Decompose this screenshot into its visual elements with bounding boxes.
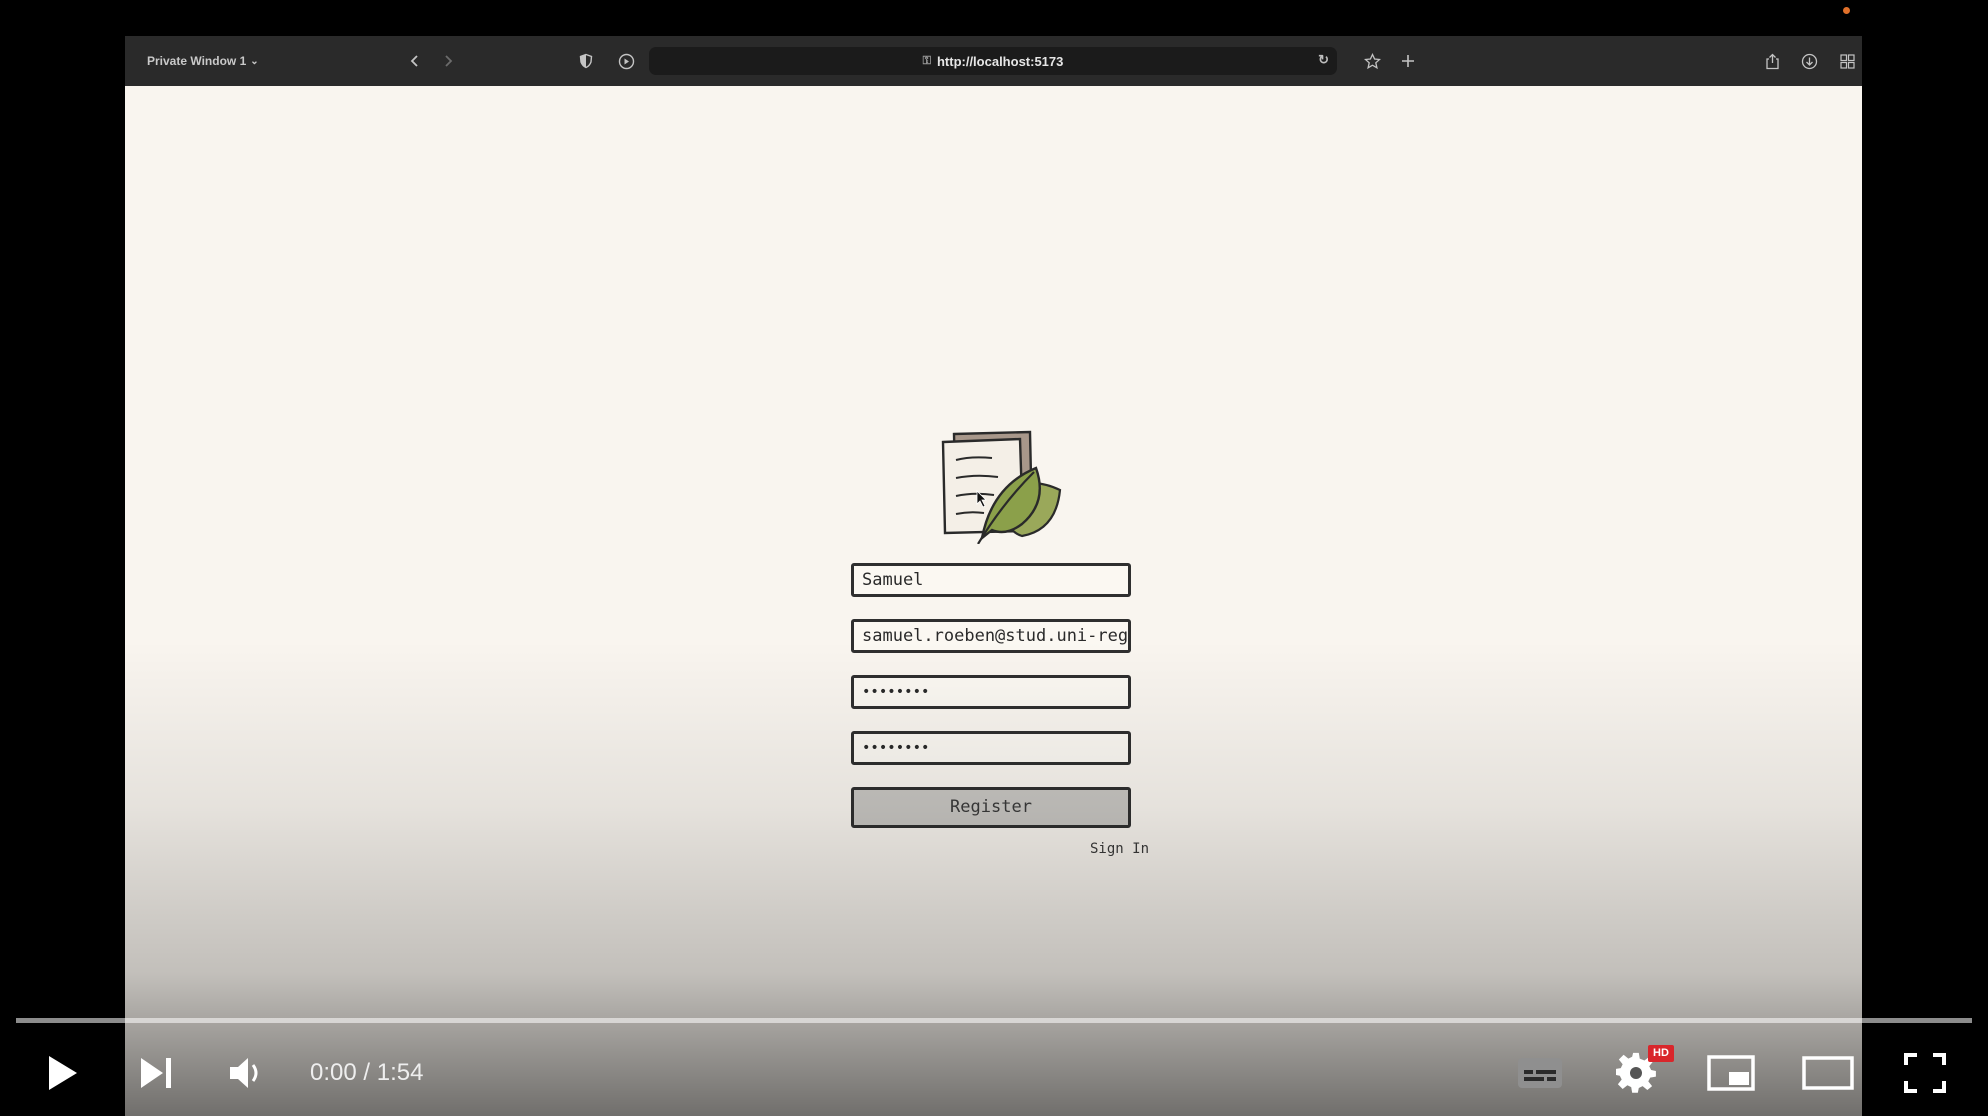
forward-icon[interactable] xyxy=(436,36,460,86)
email-input[interactable]: samuel.roeben@stud.uni-reger xyxy=(851,619,1131,653)
next-icon[interactable] xyxy=(134,1030,178,1116)
hd-badge: HD xyxy=(1648,1045,1674,1062)
chevron-down-icon: ⌄ xyxy=(250,55,259,67)
tracking-icon[interactable] xyxy=(614,36,638,86)
back-icon[interactable] xyxy=(403,36,427,86)
theater-icon[interactable] xyxy=(1801,1030,1855,1116)
volume-icon[interactable] xyxy=(224,1030,268,1116)
username-input[interactable]: Samuel xyxy=(851,563,1131,597)
miniplayer-icon[interactable] xyxy=(1706,1030,1756,1116)
register-button[interactable]: Register xyxy=(851,787,1131,828)
private-window-label: Private Window 1 xyxy=(147,54,247,68)
time-display: 0:00 / 1:54 xyxy=(310,1059,424,1086)
confirm-password-input[interactable]: •••••••• xyxy=(851,731,1131,765)
subtitles-icon[interactable] xyxy=(1515,1030,1565,1116)
new-tab-icon[interactable] xyxy=(1396,36,1420,86)
password-input[interactable]: •••••••• xyxy=(851,675,1131,709)
settings-icon[interactable] xyxy=(1612,1030,1662,1116)
reload-icon[interactable]: ↻ xyxy=(1318,52,1329,68)
sign-in-link[interactable]: Sign In xyxy=(1090,841,1149,857)
tabs-grid-icon[interactable] xyxy=(1835,36,1859,86)
private-window-menu[interactable]: Private Window 1 ⌄ xyxy=(147,36,259,86)
video-progress-bar[interactable] xyxy=(16,1018,1972,1023)
share-icon[interactable] xyxy=(1760,36,1784,86)
register-page: Samuel samuel.roeben@stud.uni-reger ••••… xyxy=(125,86,1862,1116)
lock-icon: ⚿ xyxy=(922,54,931,67)
browser-window: Private Window 1 ⌄ ⚿ http://localhost:51… xyxy=(125,36,1862,1116)
download-icon[interactable] xyxy=(1797,36,1821,86)
video-player-controls: 0:00 / 1:54 xyxy=(0,1030,1988,1116)
app-logo-notes-leaf-icon xyxy=(941,430,1062,544)
bookmark-star-icon[interactable] xyxy=(1360,36,1384,86)
browser-toolbar: Private Window 1 ⌄ ⚿ http://localhost:51… xyxy=(125,36,1862,86)
fullscreen-icon[interactable] xyxy=(1900,1030,1950,1116)
shield-icon[interactable] xyxy=(574,36,598,86)
recording-indicator-dot xyxy=(1843,7,1850,14)
play-icon[interactable] xyxy=(40,1030,84,1116)
url-text: http://localhost:5173 xyxy=(936,53,1064,69)
address-bar[interactable]: ⚿ http://localhost:5173 ↻ xyxy=(649,47,1337,75)
